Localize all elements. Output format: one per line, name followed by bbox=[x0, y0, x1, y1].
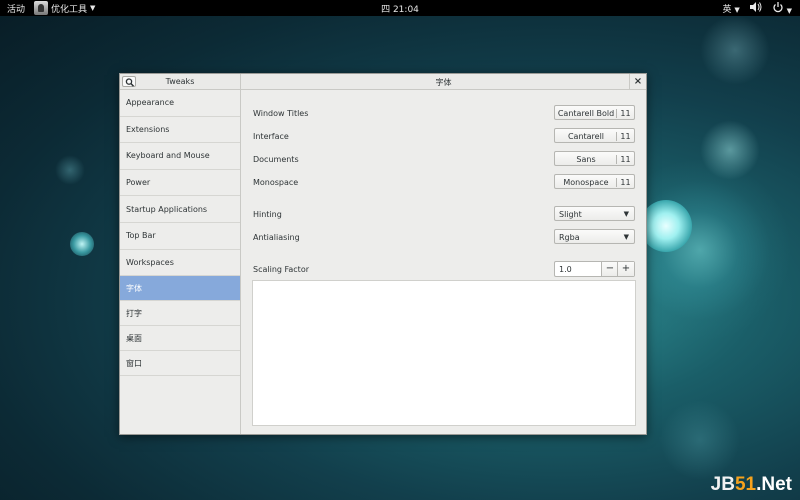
sidebar-item-power[interactable]: Power bbox=[120, 170, 240, 197]
font-name: Cantarell Bold bbox=[557, 109, 615, 118]
clock[interactable]: 四 21:04 bbox=[0, 2, 800, 15]
font-name: Monospace bbox=[563, 178, 609, 187]
documents-label: Documents bbox=[253, 155, 299, 164]
sidebar-item-extensions[interactable]: Extensions bbox=[120, 117, 240, 144]
input-method-indicator[interactable]: 英 ▼ bbox=[722, 2, 739, 16]
volume-icon[interactable] bbox=[749, 2, 762, 16]
tweaks-window: Tweaks 字体 × Appearance Extensions Keyboa… bbox=[119, 73, 647, 435]
sidebar-item-startup-applications[interactable]: Startup Applications bbox=[120, 196, 240, 223]
close-icon: × bbox=[633, 76, 643, 87]
documents-font-button[interactable]: Sans 11 bbox=[554, 151, 635, 166]
font-size: 11 bbox=[616, 132, 634, 141]
font-size: 11 bbox=[616, 178, 634, 187]
window-titles-font-button[interactable]: Cantarell Bold 11 bbox=[554, 105, 635, 120]
hinting-label: Hinting bbox=[253, 210, 282, 219]
chevron-down-icon: ▼ bbox=[623, 210, 629, 218]
sidebar-title: Tweaks bbox=[165, 77, 195, 86]
sidebar-item-appearance[interactable]: Appearance bbox=[120, 90, 240, 117]
scaling-factor-spinner: 1.0 − + bbox=[554, 261, 635, 277]
font-name: Sans bbox=[576, 155, 596, 164]
scaling-factor-input[interactable]: 1.0 bbox=[559, 265, 572, 274]
monospace-font-button[interactable]: Monospace 11 bbox=[554, 174, 635, 189]
scaling-factor-label: Scaling Factor bbox=[253, 265, 310, 274]
sidebar-item-fonts[interactable]: 字体 bbox=[120, 276, 240, 302]
hinting-dropdown[interactable]: Slight ▼ bbox=[554, 206, 635, 221]
watermark-logo: JB51.Net bbox=[710, 474, 792, 495]
sidebar-item-keyboard-and-mouse[interactable]: Keyboard and Mouse bbox=[120, 143, 240, 170]
window-title: 字体 bbox=[435, 78, 452, 87]
sidebar-item-windows[interactable]: 窗口 bbox=[120, 351, 240, 377]
font-name: Cantarell bbox=[567, 132, 605, 141]
monospace-label: Monospace bbox=[253, 178, 299, 187]
increment-button[interactable]: + bbox=[617, 262, 634, 276]
close-button[interactable]: × bbox=[629, 74, 646, 89]
sidebar-header: Tweaks bbox=[120, 74, 241, 90]
window-titles-label: Window Titles bbox=[253, 109, 309, 118]
sidebar-item-typing[interactable]: 打字 bbox=[120, 301, 240, 327]
empty-area bbox=[252, 280, 636, 426]
font-size: 11 bbox=[616, 155, 634, 164]
sidebar-item-workspaces[interactable]: Workspaces bbox=[120, 250, 240, 277]
sidebar: Appearance Extensions Keyboard and Mouse… bbox=[120, 90, 241, 434]
interface-font-button[interactable]: Cantarell 11 bbox=[554, 128, 635, 143]
antialiasing-value: Rgba bbox=[559, 233, 580, 242]
fonts-panel: Window Titles Cantarell Bold 11 Interfac… bbox=[241, 90, 646, 434]
sidebar-item-top-bar[interactable]: Top Bar bbox=[120, 223, 240, 250]
top-bar: 活动 优化工具 ▼ 四 21:04 英 ▼ ▼ bbox=[0, 0, 800, 16]
header-bar: 字体 × bbox=[241, 74, 646, 90]
power-icon[interactable]: ▼ bbox=[772, 2, 792, 16]
sidebar-item-desktop[interactable]: 桌面 bbox=[120, 326, 240, 352]
interface-label: Interface bbox=[253, 132, 289, 141]
antialiasing-dropdown[interactable]: Rgba ▼ bbox=[554, 229, 635, 244]
antialiasing-label: Antialiasing bbox=[253, 233, 300, 242]
decrement-button[interactable]: − bbox=[601, 262, 618, 276]
chevron-down-icon: ▼ bbox=[623, 233, 629, 241]
font-size: 11 bbox=[616, 109, 634, 118]
hinting-value: Slight bbox=[559, 210, 582, 219]
